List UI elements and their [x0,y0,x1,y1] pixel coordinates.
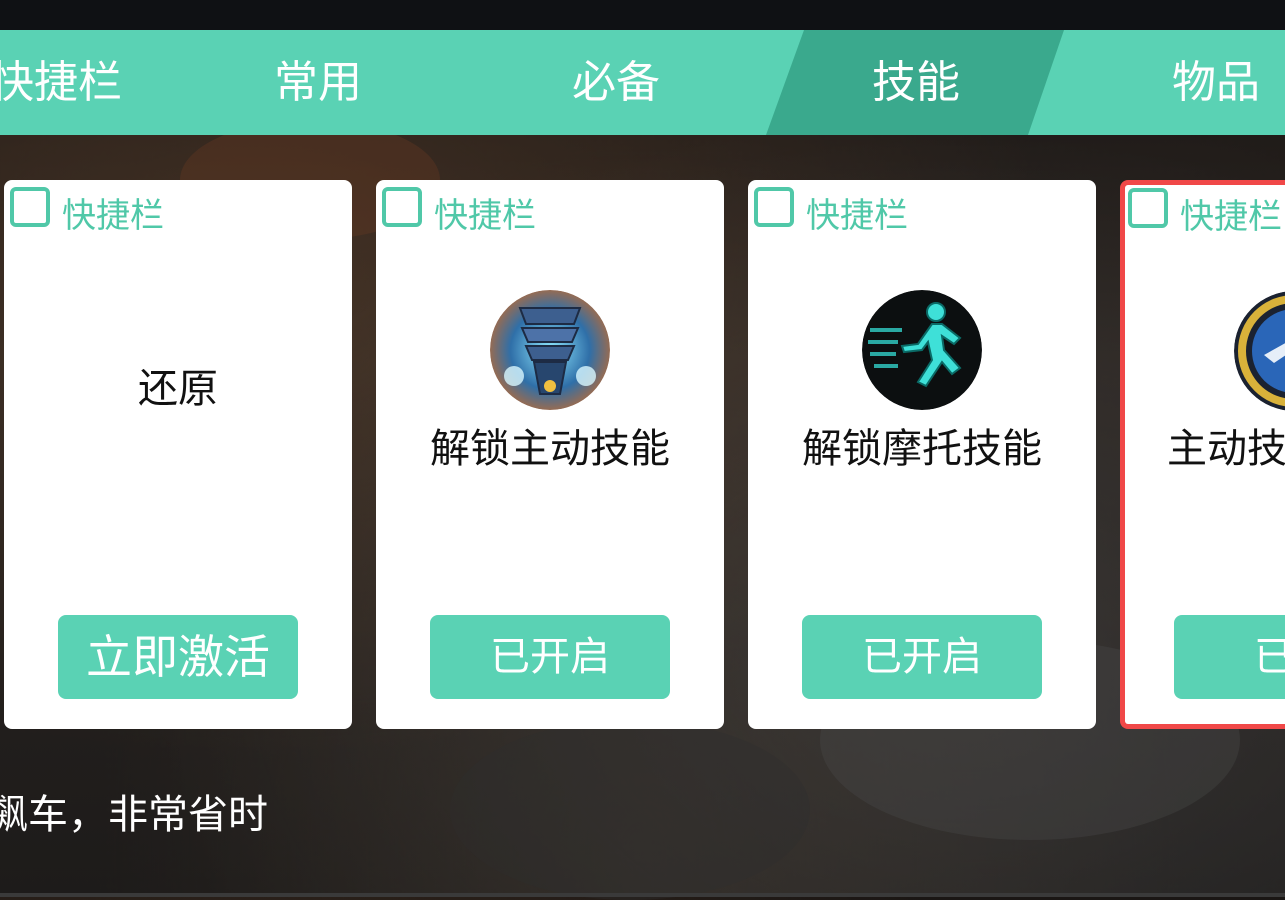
background-art [450,720,810,900]
quickbar-checkbox-label: 快捷栏 [62,196,164,236]
feature-card-unlock-active-skill: 快捷栏 解锁主动技能 已开启 [376,180,724,729]
armored-warrior-icon [490,290,610,410]
tab-items[interactable]: 物品 [1172,30,1260,135]
card-title: 还原 [138,366,218,412]
feature-card-unlock-motorcycle-skill: 快捷栏 解锁摩托技能 已开启 [748,180,1096,729]
quickbar-checkbox-label: 快捷栏 [806,196,908,236]
quickbar-checkbox[interactable] [1128,188,1168,228]
tab-quickbar[interactable]: 快捷栏 [0,30,122,135]
activate-now-button[interactable]: 立即激活 [58,615,298,699]
quickbar-checkbox[interactable] [382,187,422,227]
sword-shield-icon [1234,291,1285,411]
running-man-icon [862,290,982,410]
enabled-button[interactable]: 已开启 [430,615,670,699]
hint-text: 飙车，非常省时 [0,792,268,838]
tab-common[interactable]: 常用 [274,30,362,135]
tab-skills[interactable]: 技能 [872,30,960,135]
quickbar-checkbox-label: 快捷栏 [434,196,536,236]
card-title: 主动技 [1167,426,1285,472]
enabled-button[interactable]: 已开启 [802,615,1042,699]
card-title: 解锁摩托技能 [802,426,1042,472]
quickbar-checkbox-label: 快捷栏 [1180,197,1282,237]
feature-card-restore: 快捷栏 还原 立即激活 [4,180,352,729]
feature-card-active-skill: 快捷栏 主动技 已开 [1120,180,1285,729]
quickbar-checkbox[interactable] [10,187,50,227]
tab-essential[interactable]: 必备 [572,30,660,135]
quickbar-checkbox[interactable] [754,187,794,227]
enabled-button[interactable]: 已开 [1174,615,1285,699]
bottom-edge [0,893,1285,897]
card-title: 解锁主动技能 [430,426,670,472]
top-status-strip [0,0,1285,30]
category-tab-bar: 快捷栏 常用 必备 技能 物品 [0,30,1285,135]
